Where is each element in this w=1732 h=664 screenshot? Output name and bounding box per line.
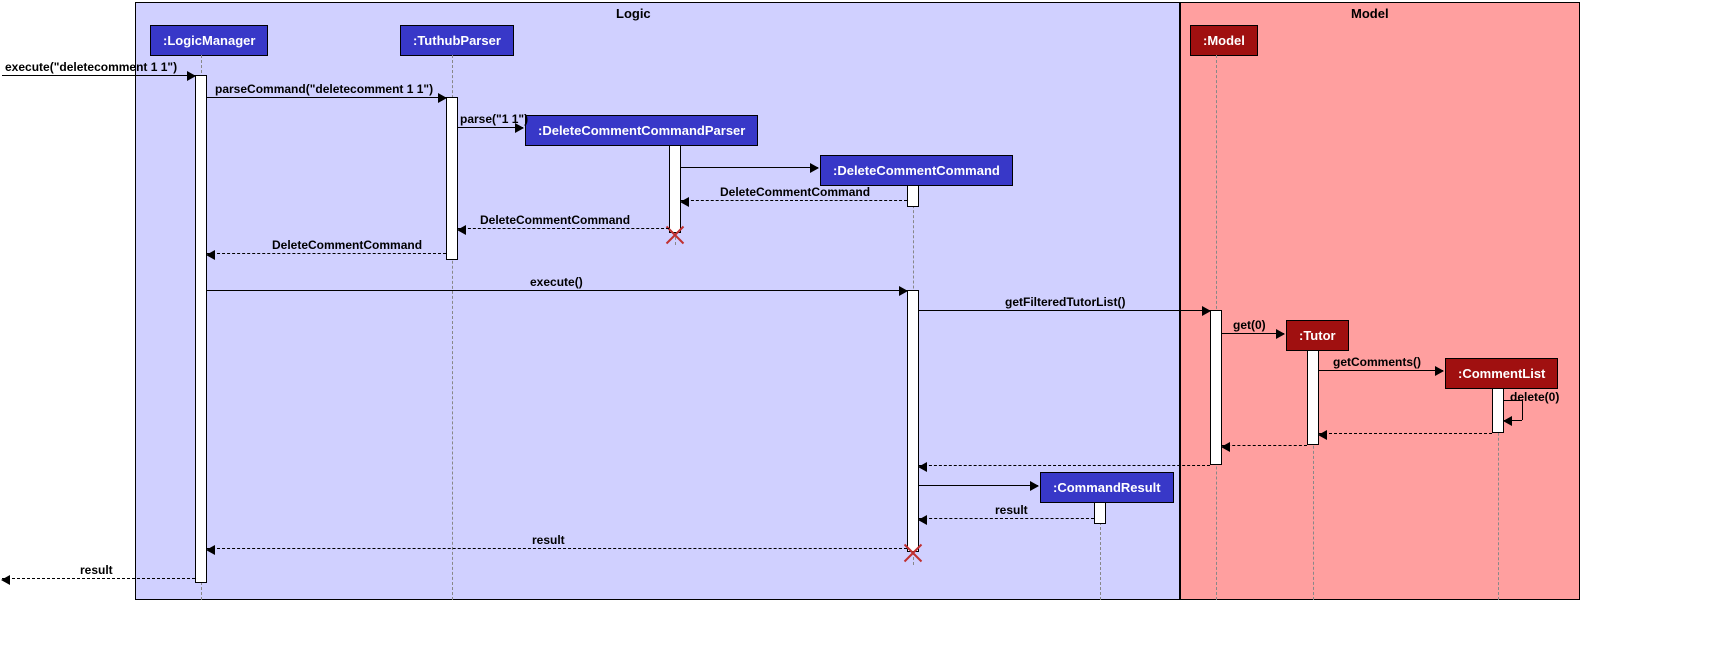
- arrow-return-tutor: [1222, 445, 1307, 446]
- arrow-getcomments: [1319, 370, 1443, 371]
- arrow-execute-dcc: [207, 290, 907, 291]
- sequence-diagram: Logic Model :LogicManager :TuthubParser …: [0, 0, 1732, 664]
- activation-tuthub-parser: [446, 97, 458, 260]
- label-return-result3: result: [80, 563, 113, 577]
- arrow-return-model: [919, 465, 1210, 466]
- label-return-dcc3: DeleteCommentCommand: [272, 238, 422, 252]
- label-return-result2: result: [532, 533, 565, 547]
- lifeline-logic-manager: :LogicManager: [150, 25, 268, 56]
- selfcall-delete-bottom: [1504, 420, 1522, 421]
- lifeline-tuthub-parser: :TuthubParser: [400, 25, 514, 56]
- label-parsecommand: parseCommand("deletecomment 1 1"): [215, 82, 433, 96]
- activation-logic-manager: [195, 75, 207, 583]
- activation-command-result: [1094, 502, 1106, 524]
- label-return-dcc1: DeleteCommentCommand: [720, 185, 870, 199]
- label-execute-deletecomment: execute("deletecomment 1 1"): [5, 60, 177, 74]
- arrow-get0: [1222, 333, 1284, 334]
- activation-dcc-parser: [669, 145, 681, 233]
- activation-dcc-create: [907, 185, 919, 207]
- lifeline-dcc-parser: :DeleteCommentCommandParser: [525, 115, 758, 146]
- arrow-return-commentlist: [1319, 433, 1492, 434]
- label-return-result1: result: [995, 503, 1028, 517]
- arrow-parsecommand: [207, 97, 446, 98]
- label-execute-dcc: execute(): [530, 275, 583, 289]
- arrow-return-result1: [919, 518, 1094, 519]
- arrow-return-result3: [2, 578, 195, 579]
- lifeline-model: :Model: [1190, 25, 1258, 56]
- label-delete0: delete(0): [1510, 390, 1559, 404]
- label-parse: parse("1 1"): [460, 112, 528, 126]
- lifeline-tutor: :Tutor: [1286, 320, 1349, 351]
- activation-comment-list: [1492, 388, 1504, 433]
- arrow-getfilteredtutorlist: [919, 310, 1210, 311]
- arrow-parse: [458, 127, 523, 128]
- arrow-create-dcc: [681, 167, 818, 168]
- region-model-label: Model: [1351, 6, 1389, 21]
- region-model: Model: [1180, 2, 1580, 600]
- label-getcomments: getComments(): [1333, 355, 1421, 369]
- lifeline-comment-list: :CommentList: [1445, 358, 1558, 389]
- arrow-create-commandresult: [919, 485, 1038, 486]
- label-return-dcc2: DeleteCommentCommand: [480, 213, 630, 227]
- lifeline-dcc: :DeleteCommentCommand: [820, 155, 1013, 186]
- arrow-return-dcc3: [207, 253, 446, 254]
- activation-dcc-exec: [907, 290, 919, 552]
- label-get0: get(0): [1233, 318, 1266, 332]
- arrow-execute-deletecomment: [2, 75, 195, 76]
- label-getfilteredtutorlist: getFilteredTutorList(): [1005, 295, 1125, 309]
- arrow-return-dcc2: [458, 228, 669, 229]
- lifeline-command-result: :CommandResult: [1040, 472, 1174, 503]
- region-logic-label: Logic: [616, 6, 651, 21]
- arrow-return-result2: [207, 548, 907, 549]
- arrow-return-dcc1: [681, 200, 907, 201]
